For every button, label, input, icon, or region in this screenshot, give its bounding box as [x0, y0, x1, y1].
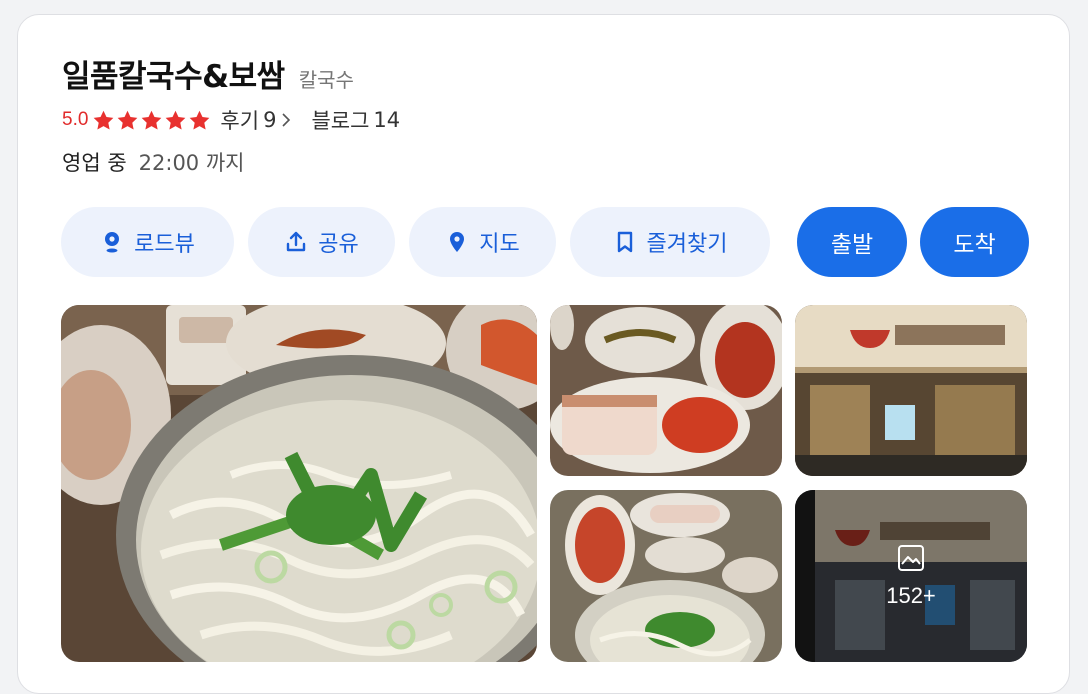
depart-label: 출발 — [830, 232, 874, 258]
photo-side-storefront[interactable] — [795, 305, 1027, 476]
bookmark-button[interactable]: 즐겨찾기 — [570, 207, 770, 277]
bossam-photo — [550, 305, 782, 476]
roadview-label: 로드뷰 — [134, 232, 195, 257]
action-buttons: 로드뷰 공유 지도 즐겨찾기 출발 도착 — [61, 207, 1029, 277]
map-button[interactable]: 지도 — [409, 207, 556, 277]
photo-side-table-set[interactable] — [550, 490, 782, 662]
share-button[interactable]: 공유 — [248, 207, 395, 277]
open-status: 영업 중 — [62, 151, 127, 175]
map-pin-icon — [450, 232, 465, 252]
photo-main-kalguksu[interactable] — [61, 305, 537, 662]
roadview-icon — [105, 232, 120, 253]
kalguksu-photo — [61, 305, 537, 662]
roadview-button[interactable]: 로드뷰 — [61, 207, 234, 277]
arrive-label: 도착 — [953, 232, 996, 258]
reviews-label: 후기 — [220, 109, 260, 133]
photo-more[interactable]: 152+ — [795, 490, 1027, 662]
hours-row: 영업 중 22:00 까지 — [62, 147, 244, 177]
more-photos-count: 152+ — [886, 583, 936, 608]
photo-side-bossam[interactable] — [550, 305, 782, 476]
map-label: 지도 — [479, 232, 520, 257]
rating-stars — [92, 109, 212, 132]
star-icon — [190, 110, 210, 130]
place-category: 칼국수 — [298, 68, 354, 92]
more-photos-overlay: 152+ — [795, 490, 1027, 662]
place-name[interactable]: 일품칼국수&보쌈 — [62, 51, 285, 96]
reviews-link[interactable]: 후기 9 — [220, 105, 291, 135]
gallery-icon — [898, 545, 924, 571]
reviews-count: 9 — [263, 108, 277, 132]
table-set-photo — [550, 490, 782, 662]
share-label: 공유 — [318, 232, 359, 257]
star-icon — [94, 110, 114, 130]
bookmark-label: 즐겨찾기 — [646, 232, 728, 257]
depart-button[interactable]: 출발 — [797, 207, 907, 277]
rating-row: 5.0 후기 9 블로그 14 — [62, 105, 400, 135]
arrive-button[interactable]: 도착 — [920, 207, 1029, 277]
bookmark-icon — [617, 231, 632, 253]
rating-score: 5.0 — [62, 109, 89, 130]
close-time: 22:00 까지 — [138, 151, 245, 175]
place-card: 일품칼국수&보쌈 칼국수 5.0 후기 9 블로그 14 영업 중 22:00 … — [17, 14, 1070, 694]
star-icon — [166, 110, 186, 130]
share-icon — [287, 231, 306, 252]
blog-link[interactable]: 블로그 14 — [311, 105, 400, 135]
storefront-photo — [795, 305, 1027, 476]
blog-count: 14 — [373, 108, 401, 132]
blog-label: 블로그 — [311, 109, 370, 133]
title-row: 일품칼국수&보쌈 칼국수 — [62, 51, 354, 96]
star-icon — [142, 110, 162, 130]
chevron-right-icon — [282, 113, 291, 127]
star-icon — [118, 110, 138, 130]
